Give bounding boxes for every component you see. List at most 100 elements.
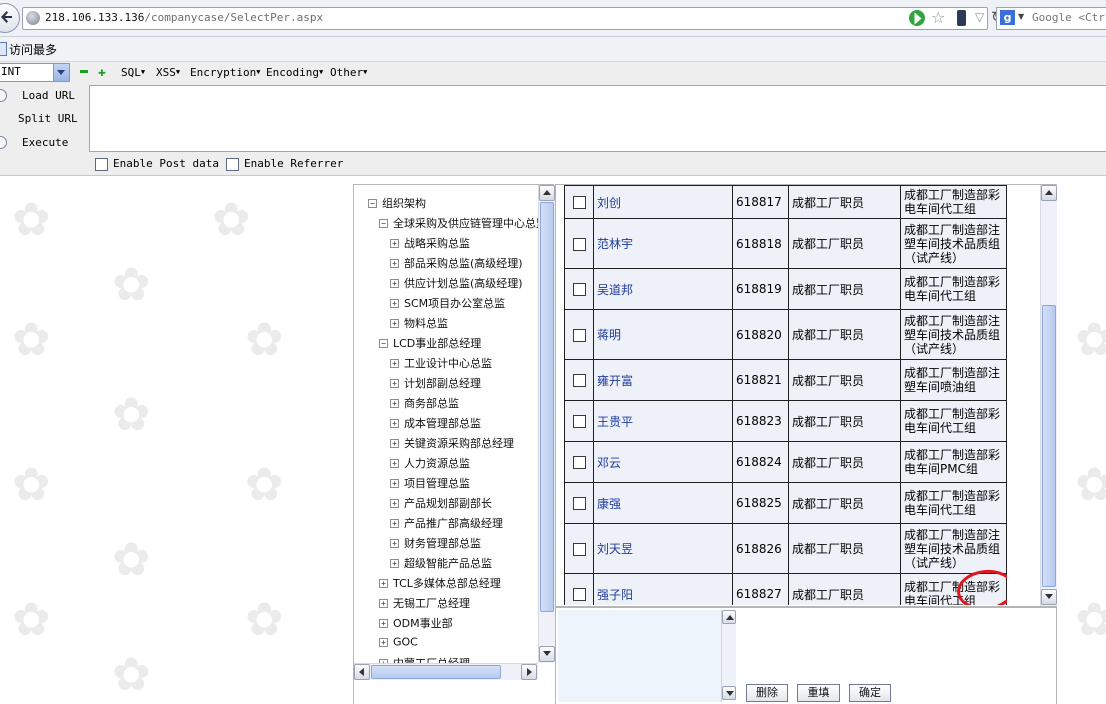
select-arrow-icon[interactable] xyxy=(53,64,69,81)
row-checkbox[interactable] xyxy=(572,415,586,428)
employee-name[interactable]: 雍开富 xyxy=(593,359,733,401)
tree-node-label[interactable]: 战略采购总监 xyxy=(404,237,470,250)
employee-name[interactable]: 蒋明 xyxy=(593,309,733,360)
expand-icon[interactable]: + xyxy=(390,318,399,328)
tree-node[interactable]: + SCM项目办公室总监 xyxy=(390,295,505,315)
expand-icon[interactable]: + xyxy=(390,478,399,488)
expand-icon[interactable]: + xyxy=(390,398,399,408)
delete-button[interactable]: 删除 xyxy=(746,684,788,702)
scroll-up-icon[interactable] xyxy=(539,185,555,201)
menu-encoding[interactable]: Encoding▼ xyxy=(266,66,323,79)
expand-icon[interactable]: + xyxy=(390,278,399,288)
tree-node[interactable]: + GOC xyxy=(379,635,418,655)
reset-button[interactable]: 重填 xyxy=(797,684,840,702)
tree-horizontal-scrollbar[interactable] xyxy=(354,663,538,680)
employee-name[interactable]: 强子阳 xyxy=(593,573,733,605)
row-checkbox-cell[interactable] xyxy=(564,523,594,574)
tree-node[interactable]: +内蒙工厂总经理 xyxy=(379,655,470,663)
minus-icon[interactable] xyxy=(80,70,88,73)
tree-node[interactable]: + ODM事业部 xyxy=(379,615,453,635)
tree-node[interactable]: + 超级智能产品总监 xyxy=(390,555,492,575)
tree-root[interactable]: − 组织架构 xyxy=(368,195,426,215)
selected-scrollbar[interactable] xyxy=(722,610,736,700)
row-checkbox-cell[interactable] xyxy=(564,359,594,401)
expand-icon[interactable]: + xyxy=(390,418,399,428)
expand-icon[interactable]: + xyxy=(390,458,399,468)
url-bar[interactable]: 218.106.133.136/companycase/SelectPer.as… xyxy=(22,7,1004,30)
tree-node-label[interactable]: 财务管理部总监 xyxy=(404,537,481,550)
scroll-down-icon[interactable] xyxy=(722,686,736,700)
tree-node-label[interactable]: ODM事业部 xyxy=(393,617,453,630)
version-select[interactable]: INT xyxy=(0,63,70,82)
row-checkbox[interactable] xyxy=(572,542,586,556)
menu-encryption[interactable]: Encryption▼ xyxy=(190,66,260,79)
row-checkbox-cell[interactable] xyxy=(564,309,594,360)
scroll-thumb[interactable] xyxy=(1042,305,1056,587)
hackbar-url-textarea[interactable] xyxy=(89,85,1106,152)
expand-icon[interactable]: + xyxy=(390,498,399,508)
scroll-up-icon[interactable] xyxy=(722,610,736,624)
employee-name[interactable]: 王贵平 xyxy=(593,400,733,442)
tree-node-label[interactable]: 全球采购及供应链管理中心总监 xyxy=(393,217,538,230)
employee-name[interactable]: 刘创 xyxy=(593,185,733,219)
row-checkbox-cell[interactable] xyxy=(564,573,594,605)
scroll-up-icon[interactable] xyxy=(1041,185,1057,201)
tree-node[interactable]: + 物料总监 xyxy=(390,315,448,335)
search-engine-caret-icon[interactable]: ▼ xyxy=(1018,12,1024,21)
row-checkbox-cell[interactable] xyxy=(564,218,594,269)
tree-node-label[interactable]: 关键资源采购部总经理 xyxy=(404,437,514,450)
expand-icon[interactable]: + xyxy=(390,378,399,388)
tree-node[interactable]: + 产品推广部高级经理 xyxy=(390,515,503,535)
tree-node[interactable]: + 成本管理部总监 xyxy=(390,415,481,435)
row-checkbox[interactable] xyxy=(572,283,586,296)
tree-node-label[interactable]: 项目管理总监 xyxy=(404,477,470,490)
row-checkbox[interactable] xyxy=(572,328,586,342)
tree-node[interactable]: + 战略采购总监 xyxy=(390,235,470,255)
expand-icon[interactable]: + xyxy=(379,578,388,588)
dropdown-chevron-icon[interactable]: ▽ xyxy=(975,10,984,24)
bookmark-most-visited[interactable]: 访问最多 xyxy=(9,41,57,58)
expand-icon[interactable]: + xyxy=(390,298,399,308)
tree-node[interactable]: + 供应计划总监(高级经理) xyxy=(390,275,523,295)
row-checkbox[interactable] xyxy=(572,196,586,209)
scroll-right-icon[interactable] xyxy=(521,664,537,680)
plus-icon[interactable]: ✚ xyxy=(98,65,106,80)
tree-node[interactable]: + 人力资源总监 xyxy=(390,455,470,475)
tree-node-label[interactable]: 计划部副总经理 xyxy=(404,377,481,390)
expand-icon[interactable]: + xyxy=(379,637,388,647)
row-checkbox-cell[interactable] xyxy=(564,400,594,442)
tree-node-label[interactable]: 物料总监 xyxy=(404,317,448,330)
expand-icon[interactable]: + xyxy=(390,358,399,368)
tree-node-label[interactable]: 产品规划部副部长 xyxy=(404,497,492,510)
employee-name[interactable]: 邓云 xyxy=(593,441,733,483)
tree-node[interactable]: + 财务管理部总监 xyxy=(390,535,481,555)
go-icon[interactable] xyxy=(909,10,925,26)
menu-other[interactable]: Other▼ xyxy=(330,66,367,79)
selected-employees-list[interactable] xyxy=(558,610,722,702)
tree-node[interactable]: − LCD事业部总经理 xyxy=(379,335,481,355)
confirm-button[interactable]: 确定 xyxy=(849,684,891,702)
tree-node-label[interactable]: LCD事业部总经理 xyxy=(393,337,481,350)
collapse-icon[interactable]: − xyxy=(368,198,377,208)
tree-vertical-scrollbar[interactable] xyxy=(538,185,555,663)
employee-name[interactable]: 康强 xyxy=(593,482,733,524)
menu-sql[interactable]: SQL▼ xyxy=(121,66,145,79)
search-bar[interactable]: g ▼ Google <Ctrl+K> xyxy=(996,7,1106,30)
expand-icon[interactable]: + xyxy=(379,618,388,628)
row-checkbox-cell[interactable] xyxy=(564,185,594,219)
tree-node-label[interactable]: GOC xyxy=(393,636,418,649)
tree-node-label[interactable]: 超级智能产品总监 xyxy=(404,557,492,570)
tree-node-label[interactable]: 部品采购总监(高级经理) xyxy=(404,257,523,270)
mobile-icon[interactable] xyxy=(957,10,966,26)
row-checkbox[interactable] xyxy=(572,237,586,251)
expand-icon[interactable]: + xyxy=(379,598,388,608)
checkbox-box[interactable] xyxy=(95,158,108,171)
tree-node[interactable]: − 全球采购及供应链管理中心总监 xyxy=(379,215,538,235)
row-checkbox[interactable] xyxy=(572,497,586,510)
tree-node-label[interactable]: 产品推广部高级经理 xyxy=(404,517,503,530)
scroll-down-icon[interactable] xyxy=(1041,589,1057,605)
tree-node[interactable]: + 商务部总监 xyxy=(390,395,459,415)
menu-xss[interactable]: XSS▼ xyxy=(156,66,180,79)
scroll-thumb[interactable] xyxy=(371,665,501,679)
tree-node[interactable]: + 部品采购总监(高级经理) xyxy=(390,255,523,275)
